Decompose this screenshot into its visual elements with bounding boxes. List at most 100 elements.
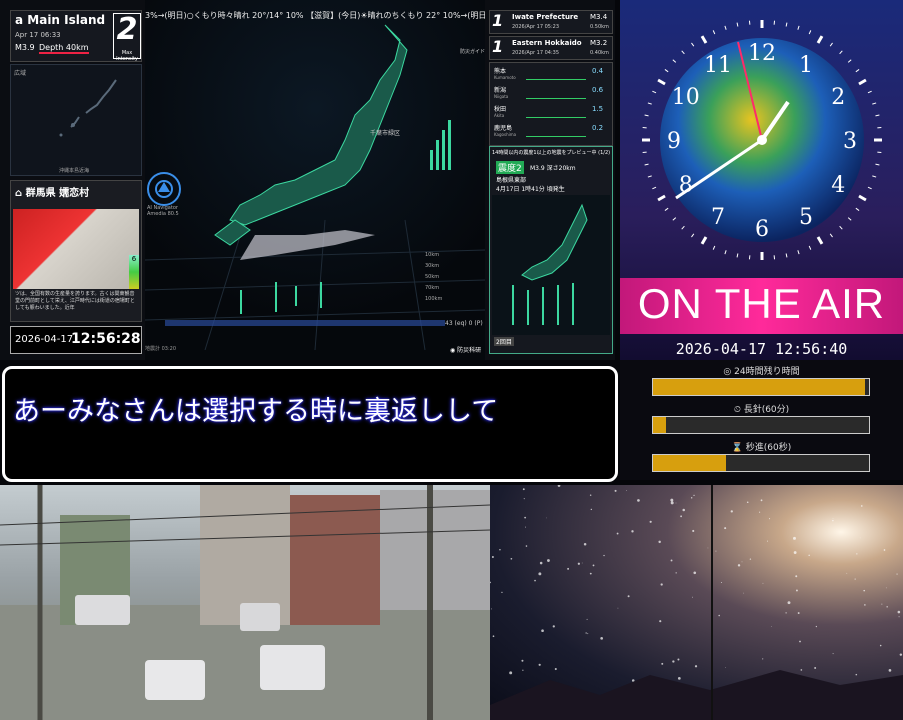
clock-tick — [681, 225, 685, 230]
star — [888, 669, 892, 672]
intensity-label: Max Intensity — [116, 50, 138, 62]
quake-list-item[interactable]: 1 Eastern Hokkaido 2026/Apr 17 04:35 M3.… — [489, 36, 613, 60]
star — [585, 632, 587, 634]
star — [659, 620, 662, 623]
star — [692, 596, 693, 598]
star — [524, 516, 527, 519]
sensor-waveform — [526, 69, 586, 80]
clock-date: 2026-04-17 — [15, 334, 74, 345]
ai-navigator-icon[interactable] — [147, 172, 181, 206]
progress-bar-24h — [652, 378, 870, 396]
star — [859, 537, 861, 539]
clock-tick — [672, 59, 677, 63]
star — [501, 591, 503, 594]
level-value: 6 — [131, 255, 137, 263]
clock-time: 12:56:28 — [71, 331, 141, 347]
clock-numeral: 4 — [831, 173, 845, 198]
preview-map — [492, 195, 610, 335]
star — [749, 558, 752, 560]
sensor-romaji: Kagoshima — [494, 132, 517, 137]
star — [787, 601, 791, 605]
progress-label: ◎ 24時間残り時間 — [723, 367, 800, 377]
star — [677, 658, 680, 661]
clock-tick — [691, 233, 695, 238]
star — [546, 517, 547, 519]
quake-list-region: Eastern Hokkaido — [512, 39, 582, 47]
night-sky-camera — [490, 485, 903, 720]
sensor-name: 鹿児島 — [494, 125, 513, 132]
depth-legend-item: 10km — [425, 252, 440, 258]
star — [586, 618, 588, 620]
quake-list-magnitude: M3.2 — [590, 39, 608, 47]
star — [864, 604, 866, 606]
earthquake-info-panel: a Main Island Apr 17 06:33 M3.9 Depth 40… — [0, 0, 145, 360]
star — [707, 547, 709, 549]
sensor-waveform-list: 熊本 Kumamoto 0.4 新潟 Niigata 0.6 秋田 Akita … — [489, 62, 613, 146]
preview-time: 4月17日 1時41分 頃発生 — [496, 186, 565, 193]
clock-numeral: 2 — [831, 85, 845, 110]
depth-legend-item: 50km — [425, 274, 440, 280]
clock-tick — [785, 253, 788, 258]
clock-tick — [797, 25, 800, 30]
quake-list-item[interactable]: 1 Iwate Prefecture 2026/Apr 17 05:23 M3.… — [489, 10, 613, 34]
star — [589, 572, 592, 575]
progress-fill — [653, 417, 666, 433]
star — [693, 494, 695, 497]
depth-legend-item: 70km — [425, 285, 440, 291]
star — [793, 536, 796, 540]
clock-tick — [657, 194, 666, 202]
clock-tick — [839, 225, 843, 230]
clock-tick — [847, 59, 852, 63]
sensor-name: 新潟 — [494, 87, 507, 94]
clock-tick — [672, 217, 677, 221]
location-photo — [13, 209, 139, 289]
star — [800, 669, 803, 671]
clock-tick — [875, 163, 880, 166]
milky-way-graphic — [490, 485, 903, 720]
star — [720, 581, 722, 583]
sensor-waveform — [526, 88, 586, 99]
star — [863, 589, 866, 592]
preview-map-graphic — [512, 203, 588, 325]
star — [490, 581, 491, 584]
star — [769, 518, 771, 520]
quake-list-date: 2026/Apr 17 05:23 — [512, 24, 560, 30]
preview-depth: M3.9 深さ20km — [530, 165, 576, 172]
clock-tick — [700, 35, 708, 44]
star — [737, 564, 741, 567]
sensor-row: 熊本 Kumamoto 0.4 — [492, 65, 610, 84]
clock-tick — [691, 42, 695, 47]
star — [523, 498, 525, 500]
star — [521, 659, 524, 662]
sensor-waveform — [526, 126, 586, 137]
star — [743, 592, 745, 594]
preview-tag: 2回目 — [494, 337, 514, 346]
star — [670, 559, 673, 562]
star — [879, 644, 882, 647]
star — [492, 635, 495, 638]
star — [525, 545, 528, 547]
star — [539, 561, 543, 565]
clock-tick — [858, 78, 867, 86]
quake-list-intensity: 1 — [492, 11, 504, 30]
star — [522, 669, 524, 671]
clock-numeral: 5 — [799, 205, 813, 230]
bosai-guide-label: 防災ガイド — [460, 49, 485, 55]
location-description: ツは、全国有数の生産量を誇ります。古くは関東観音堂の門前町として栄え、江戸時代に… — [15, 291, 135, 311]
star — [846, 572, 848, 574]
clock-tick — [872, 102, 877, 105]
preview-title: 14時間以内の震度1以上の地震をプレビュー中 (1/2) — [492, 150, 611, 156]
clock-tick — [872, 175, 877, 178]
clock-tick — [652, 186, 657, 190]
quake-list-region: Iwate Prefecture — [512, 13, 579, 21]
star — [577, 562, 580, 565]
live-subtitle-box: あーみなさんは選択する時に裏返しして — [2, 366, 618, 482]
star — [692, 529, 695, 533]
star — [554, 668, 557, 671]
clock-tick — [647, 102, 652, 105]
star — [814, 667, 817, 669]
clock-tick — [829, 42, 833, 47]
sensor-romaji: Kumamoto — [494, 75, 516, 80]
star — [614, 489, 617, 492]
clock-tick — [647, 175, 652, 178]
